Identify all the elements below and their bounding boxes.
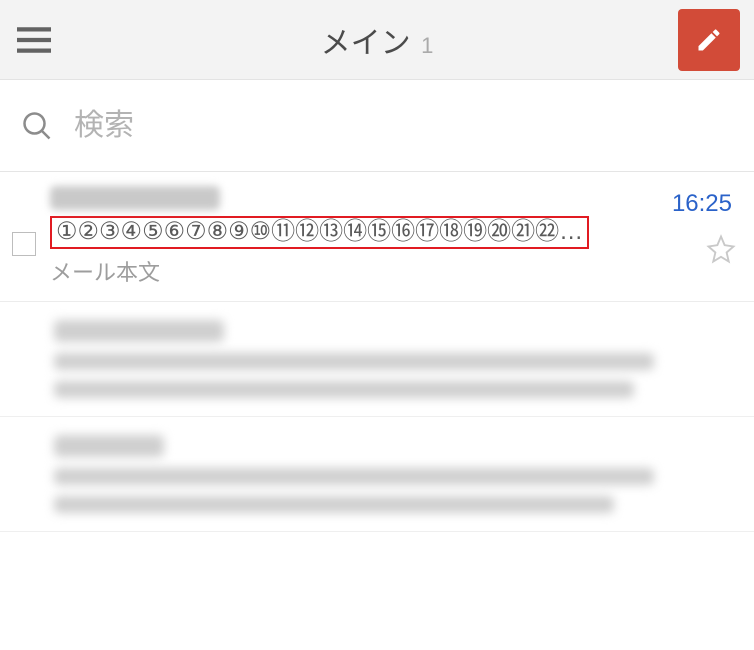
email-item[interactable]: ①②③④⑤⑥⑦⑧⑨⑩⑪⑫⑬⑭⑮⑯⑰⑱⑲⑳㉑㉒… メール本文 16:25 <box>0 172 754 302</box>
email-time: 16:25 <box>672 190 732 218</box>
unread-count: 1 <box>421 33 433 58</box>
select-checkbox[interactable] <box>12 232 36 256</box>
star-icon[interactable] <box>706 234 736 264</box>
email-list: ①②③④⑤⑥⑦⑧⑨⑩⑪⑫⑬⑭⑮⑯⑰⑱⑲⑳㉑㉒… メール本文 16:25 <box>0 172 754 532</box>
email-item-body: ①②③④⑤⑥⑦⑧⑨⑩⑪⑫⑬⑭⑮⑯⑰⑱⑲⑳㉑㉒… メール本文 <box>50 186 736 287</box>
email-subject: ①②③④⑤⑥⑦⑧⑨⑩⑪⑫⑬⑭⑮⑯⑰⑱⑲⑳㉑㉒… <box>50 216 589 249</box>
compose-button[interactable] <box>678 9 740 71</box>
hamburger-icon <box>17 27 51 53</box>
email-item-blurred <box>0 302 754 417</box>
email-snippet: メール本文 <box>50 255 736 287</box>
page-title: メイン <box>321 27 411 60</box>
search-input[interactable] <box>74 109 732 143</box>
pencil-icon <box>695 26 723 54</box>
app-header: メイン 1 <box>0 0 754 80</box>
email-item-blurred <box>0 417 754 532</box>
search-icon <box>22 111 52 141</box>
search-bar <box>0 80 754 172</box>
sender-name <box>50 186 736 210</box>
menu-button[interactable] <box>14 20 54 60</box>
